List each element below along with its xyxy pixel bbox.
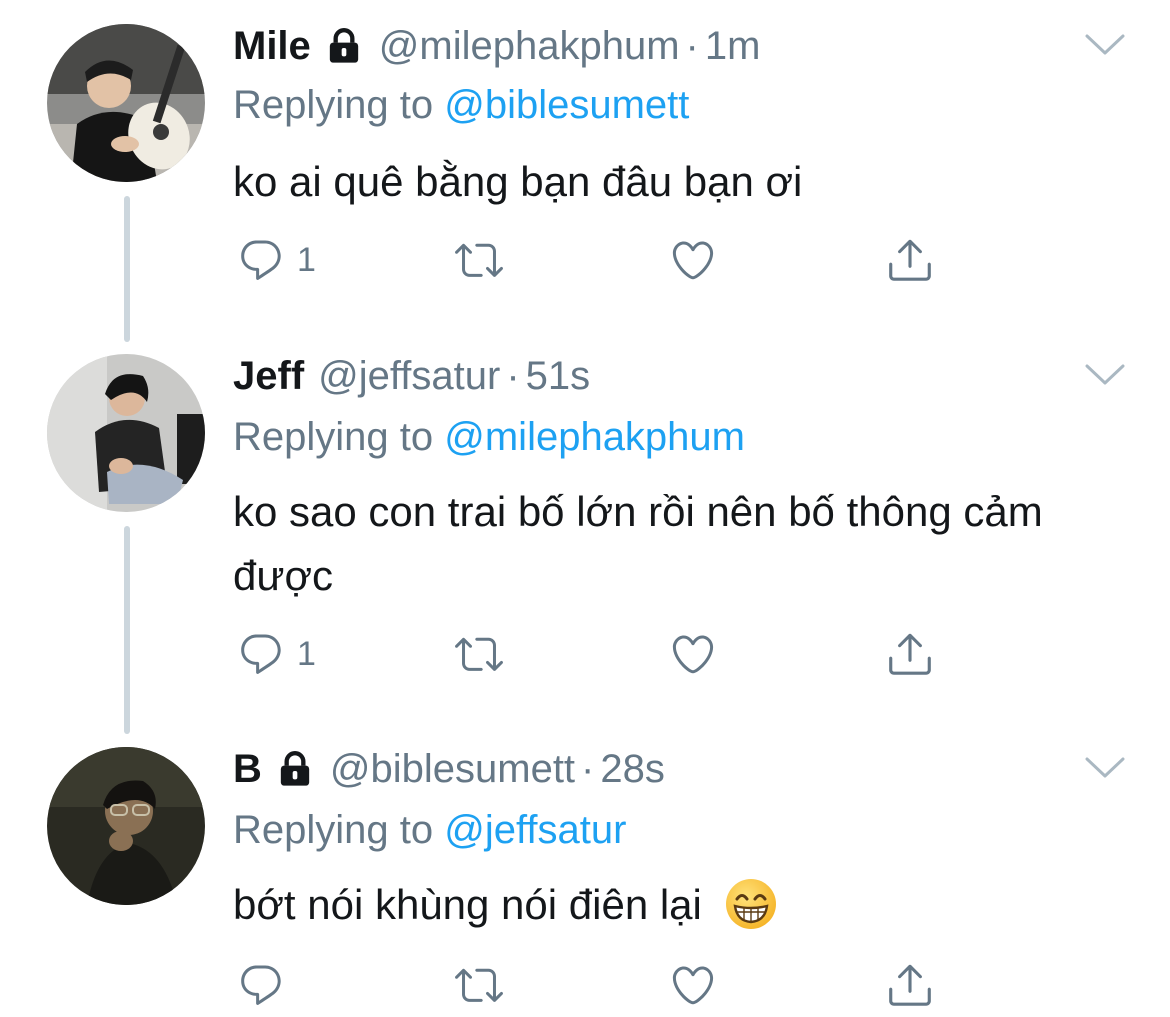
separator-dot: · — [581, 747, 595, 791]
mention-link[interactable]: @biblesumett — [444, 83, 689, 127]
reply-button[interactable]: 1 — [237, 232, 316, 288]
display-name[interactable]: B — [233, 744, 262, 794]
replying-to: Replying to @biblesumett — [233, 80, 689, 130]
reply-count: 1 — [297, 634, 316, 673]
tweet-3[interactable]: B @biblesumett · 28s Replying to @jeffsa… — [0, 735, 1170, 1017]
like-icon — [667, 961, 719, 1009]
user-handle[interactable]: @milephakphum — [379, 21, 680, 71]
like-button[interactable] — [667, 626, 719, 682]
lock-icon — [323, 26, 365, 66]
tweet-text: bớt nói khùng nói điên lại — [233, 881, 702, 928]
reply-icon — [237, 961, 285, 1009]
retweet-button[interactable] — [451, 957, 507, 1013]
tweet-1[interactable]: Mile @milephakphum · 1m Replying to @bib… — [0, 0, 1170, 342]
chevron-down-icon[interactable] — [1084, 362, 1126, 388]
avatar-b[interactable] — [47, 747, 205, 905]
tweet-header: B @biblesumett · 28s — [233, 744, 665, 794]
action-bar — [233, 957, 953, 1013]
avatar-photo-guitar — [47, 24, 205, 182]
share-button[interactable] — [885, 626, 935, 682]
share-button[interactable] — [885, 232, 935, 288]
display-name[interactable]: Jeff — [233, 351, 304, 401]
retweet-button[interactable] — [451, 232, 507, 288]
tweet-header: Mile @milephakphum · 1m — [233, 21, 760, 71]
retweet-icon — [451, 236, 507, 284]
like-icon — [667, 630, 719, 678]
reply-button[interactable]: 1 — [237, 626, 316, 682]
avatar-jeff[interactable] — [47, 354, 205, 512]
retweet-icon — [451, 961, 507, 1009]
reply-button[interactable] — [237, 957, 297, 1013]
timestamp[interactable]: 1m — [705, 21, 761, 71]
like-button[interactable] — [667, 957, 719, 1013]
display-name[interactable]: Mile — [233, 21, 311, 71]
avatar-photo-dark — [47, 747, 205, 905]
share-icon — [885, 629, 935, 679]
replying-to: Replying to @milephakphum — [233, 412, 745, 462]
tweet-2[interactable]: Jeff @jeffsatur · 51s Replying to @milep… — [0, 340, 1170, 735]
retweet-button[interactable] — [451, 626, 507, 682]
reply-count: 1 — [297, 240, 316, 279]
thread-line — [124, 196, 130, 342]
replying-prefix: Replying to — [233, 83, 434, 127]
replying-to: Replying to @jeffsatur — [233, 805, 626, 855]
action-bar: 1 — [233, 232, 953, 288]
replying-prefix: Replying to — [233, 808, 434, 852]
tweet-text-container: bớt nói khùng nói điên lại — [233, 873, 1093, 937]
replying-prefix: Replying to — [233, 415, 434, 459]
thread-line — [124, 526, 130, 734]
share-button[interactable] — [885, 957, 935, 1013]
separator-dot: · — [506, 354, 520, 398]
avatar-photo-sitting — [47, 354, 205, 512]
tweet-text: ko ai quê bằng bạn đâu bạn ơi — [233, 158, 803, 205]
reply-icon — [237, 630, 285, 678]
mention-link[interactable]: @milephakphum — [444, 415, 745, 459]
user-handle[interactable]: @biblesumett — [330, 744, 575, 794]
retweet-icon — [451, 630, 507, 678]
tweet-text: ko sao con trai bố lớn rồi nên bố thông … — [233, 488, 1043, 599]
timestamp[interactable]: 51s — [526, 351, 591, 401]
lock-icon — [274, 749, 316, 789]
tweet-header: Jeff @jeffsatur · 51s — [233, 351, 590, 401]
avatar-mile[interactable] — [47, 24, 205, 182]
timestamp[interactable]: 28s — [600, 744, 665, 794]
like-button[interactable] — [667, 232, 719, 288]
separator-dot: · — [685, 24, 699, 68]
like-icon — [667, 236, 719, 284]
action-bar: 1 — [233, 626, 953, 682]
mention-link[interactable]: @jeffsatur — [444, 808, 626, 852]
reply-icon — [237, 236, 285, 284]
share-icon — [885, 960, 935, 1010]
grinning-face-emoji-icon — [725, 878, 776, 929]
user-handle[interactable]: @jeffsatur — [318, 351, 500, 401]
chevron-down-icon[interactable] — [1084, 755, 1126, 781]
share-icon — [885, 235, 935, 285]
chevron-down-icon[interactable] — [1084, 32, 1126, 58]
